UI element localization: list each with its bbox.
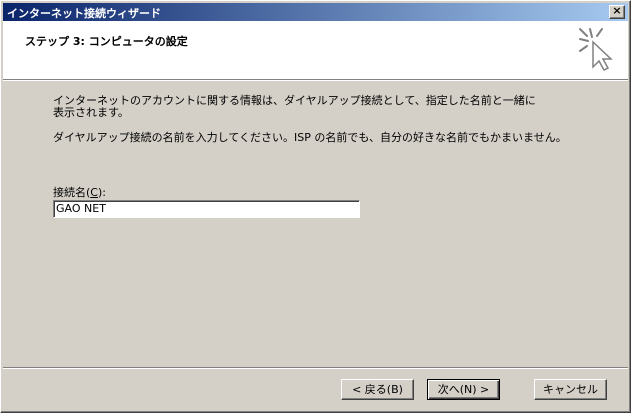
label-prefix: 接続名( — [53, 186, 91, 199]
wizard-window: インターネット接続ウィザード × ステップ 3: コンピュータの設定 インターネ… — [0, 0, 631, 413]
connection-name-label: 接続名(C): — [53, 184, 106, 200]
title-bar[interactable]: インターネット接続ウィザード × — [3, 3, 628, 21]
close-button[interactable]: × — [609, 4, 625, 19]
window-title: インターネット接続ウィザード — [7, 7, 161, 20]
label-suffix: ): — [97, 186, 106, 199]
description-text: インターネットのアカウントに関する情報は、ダイヤルアップ接続として、指定した名前… — [53, 94, 536, 119]
close-icon: × — [612, 4, 622, 17]
back-button[interactable]: < 戻る(B) — [341, 379, 414, 400]
wizard-cursor-icon — [579, 28, 613, 71]
footer-divider — [3, 367, 628, 369]
wizard-header: ステップ 3: コンピュータの設定 — [3, 21, 628, 79]
next-button[interactable]: 次へ(N) > — [427, 379, 500, 400]
label-accesskey: C — [90, 186, 98, 199]
header-divider — [3, 79, 628, 81]
instruction-text: ダイヤルアップ接続の名前を入力してください。ISP の名前でも、自分の好きな名前… — [53, 131, 567, 144]
step-title: ステップ 3: コンピュータの設定 — [25, 35, 188, 48]
connection-name-input[interactable] — [53, 200, 360, 218]
cancel-button[interactable]: キャンセル — [534, 379, 607, 400]
